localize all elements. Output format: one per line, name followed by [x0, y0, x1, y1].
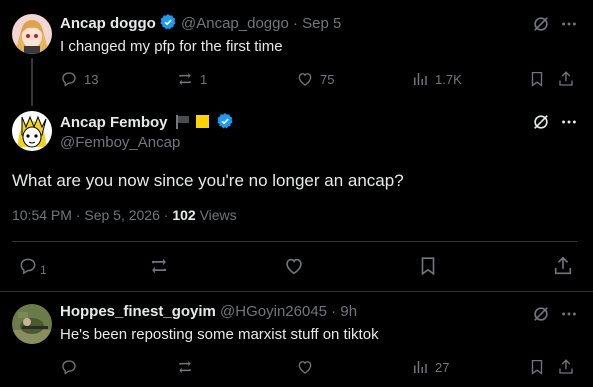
thread-line: [31, 58, 33, 106]
views-button[interactable]: 1.7K: [411, 70, 462, 88]
reply-button[interactable]: 1: [18, 255, 47, 277]
reply-tweet-header: Hoppes_finest_goyim @HGoyin26045 · 9h: [60, 303, 357, 320]
reply-icon: [20, 258, 36, 275]
views-count: 27: [435, 359, 450, 375]
bookmark-button[interactable]: [417, 255, 439, 277]
like-button[interactable]: 75: [296, 70, 334, 88]
reply-handle[interactable]: @HGoyin26045: [220, 303, 327, 320]
parent-tweet-text: I changed my pfp for the first time: [60, 38, 283, 55]
like-button[interactable]: [283, 255, 305, 277]
dot-separator: ·: [288, 15, 303, 32]
more-options-icon[interactable]: [559, 14, 579, 34]
main-timestamp[interactable]: 10:54 PM · Sep 5, 2026 ·: [12, 207, 172, 223]
views-count: 1.7K: [435, 71, 462, 87]
repost-button[interactable]: [148, 255, 170, 277]
avatar-ancap-femboy[interactable]: [12, 111, 52, 151]
reply-button[interactable]: 13: [60, 70, 98, 88]
dot-separator: ·: [327, 303, 341, 320]
main-tweet-meta: 10:54 PM · Sep 5, 2026 · 102 Views: [12, 207, 237, 223]
share-button[interactable]: [556, 357, 576, 377]
share-icon: [559, 71, 573, 86]
black-flag-icon: [175, 114, 191, 133]
bookmark-icon: [531, 359, 543, 375]
share-icon: [559, 359, 573, 374]
more-options-icon[interactable]: [559, 112, 579, 132]
share-icon: [554, 256, 572, 275]
repost-icon: [179, 361, 191, 373]
grok-icon[interactable]: [531, 112, 551, 132]
verified-badge-icon: [216, 112, 234, 130]
main-views-label: Views: [199, 207, 237, 223]
like-count: 75: [320, 71, 335, 87]
divider: [0, 291, 593, 292]
main-handle[interactable]: @Femboy_Ancap: [60, 134, 180, 151]
heart-icon: [298, 73, 312, 86]
parent-time[interactable]: Sep 5: [302, 15, 341, 32]
views-chart-icon: [414, 73, 427, 85]
more-options-icon[interactable]: [559, 304, 579, 324]
verified-badge-icon: [159, 13, 177, 31]
share-button[interactable]: [556, 69, 576, 89]
repost-count: 1: [200, 71, 208, 87]
repost-icon: [152, 258, 166, 274]
main-tweet-text: What are you now since you're no longer …: [12, 171, 404, 190]
reply-display-name[interactable]: Hoppes_finest_goyim: [60, 303, 216, 320]
heart-icon: [286, 258, 302, 275]
yellow-square-icon: [195, 115, 209, 128]
reply-icon: [62, 72, 76, 87]
repost-icon: [179, 73, 191, 85]
divider: [12, 241, 578, 242]
bookmark-button[interactable]: [527, 69, 547, 89]
main-display-name[interactable]: Ancap Femboy: [60, 114, 168, 131]
main-views-count: 102: [172, 207, 196, 223]
parent-tweet-header: Ancap doggo @Ancap_doggo · Sep 5: [60, 13, 341, 32]
main-tweet-header: Ancap Femboy: [60, 112, 234, 133]
heart-icon: [298, 361, 312, 374]
repost-button[interactable]: [176, 358, 200, 376]
share-button[interactable]: [552, 255, 574, 277]
grok-icon[interactable]: [531, 14, 551, 34]
avatar-ancap-doggo[interactable]: [12, 14, 52, 54]
reply-tweet-text: He's been reposting some marxist stuff o…: [60, 326, 379, 343]
views-chart-icon: [414, 361, 427, 373]
views-button[interactable]: 27: [411, 358, 449, 376]
parent-display-name[interactable]: Ancap doggo: [60, 15, 156, 32]
reply-count: 13: [84, 71, 99, 87]
bookmark-icon: [421, 257, 435, 276]
reply-button[interactable]: [60, 358, 84, 376]
reply-count: 1: [40, 263, 47, 277]
repost-button[interactable]: 1: [176, 70, 207, 88]
reply-icon: [62, 360, 76, 375]
grok-icon[interactable]: [531, 304, 551, 324]
bookmark-icon: [531, 71, 543, 87]
parent-handle[interactable]: @Ancap_doggo: [181, 15, 289, 32]
bookmark-button[interactable]: [527, 357, 547, 377]
like-button[interactable]: [296, 358, 320, 376]
reply-time[interactable]: 9h: [340, 303, 357, 320]
avatar-hoppes[interactable]: [12, 304, 52, 344]
